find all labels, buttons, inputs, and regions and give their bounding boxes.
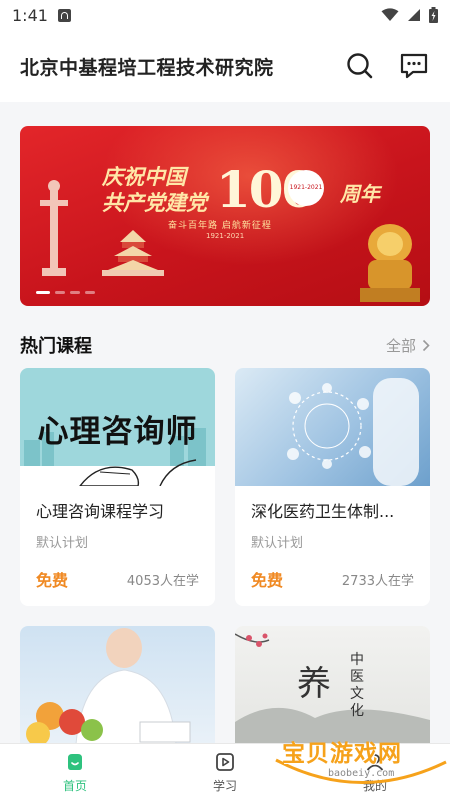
chevron-right-icon <box>422 339 430 351</box>
search-button[interactable] <box>344 50 376 82</box>
nav-label: 学习 <box>212 778 237 793</box>
course-thumbnail <box>20 626 215 744</box>
golden-lion-icon <box>360 224 420 302</box>
learner-count: 4053人在学 <box>126 573 199 589</box>
banner-pagination <box>36 291 95 294</box>
watermark-url: baobeiy.com <box>328 768 395 779</box>
promo-banner[interactable]: 庆祝中国 共产党建党 100 1921-2021 周年 奋斗百年路 启航新征程 … <box>20 126 430 306</box>
watermark: 宝贝游戏网 baobeiy.com <box>270 736 450 800</box>
home-icon <box>68 753 82 770</box>
course-thumbnail: 心理咨询师 <box>20 368 215 486</box>
status-bar: 1:41 <box>0 0 450 30</box>
nav-home[interactable]: 首页 <box>0 744 150 800</box>
banner-dot[interactable] <box>85 291 95 294</box>
watermark-text: 宝贝游戏网 <box>282 741 402 767</box>
search-icon <box>347 53 373 79</box>
banner-suffix: 周年 <box>340 182 380 206</box>
course-plan: 默认计划 <box>251 536 304 551</box>
course-thumbnail <box>235 368 430 486</box>
thumbnail-vertical-text: 中医文化 <box>350 652 364 719</box>
signal-icon <box>408 9 420 21</box>
view-all-link[interactable]: 全部 <box>386 335 430 356</box>
course-price: 免费 <box>36 571 69 590</box>
course-plan: 默认计划 <box>36 536 89 551</box>
banner-slogan: 奋斗百年路 启航新征程 <box>168 221 272 231</box>
banner-dot[interactable] <box>70 291 80 294</box>
thumbnail-big-char: 养 <box>297 664 331 704</box>
banner-years: 1921-2021 <box>206 232 245 240</box>
view-all-label: 全部 <box>385 336 416 355</box>
battery-icon <box>429 7 438 23</box>
banner-headline-line1: 庆祝中国 <box>102 164 186 189</box>
banner-dot[interactable] <box>36 291 50 294</box>
nav-label: 首页 <box>62 778 87 793</box>
course-title: 深化医药卫生体制... <box>251 502 395 521</box>
message-button[interactable] <box>398 50 430 82</box>
play-square-icon <box>216 752 234 771</box>
nutritionist-illustration <box>26 628 191 744</box>
learner-count: 2733人在学 <box>341 573 414 589</box>
course-price: 免费 <box>251 571 284 590</box>
message-icon <box>400 53 428 79</box>
thumbnail-text: 心理咨询师 <box>37 414 198 450</box>
status-time: 1:41 <box>12 5 48 25</box>
status-icons <box>381 7 438 23</box>
notification-app-icon <box>57 8 71 22</box>
section-title: 热门课程 <box>20 336 92 357</box>
course-card[interactable]: 深化医药卫生体制... 默认计划 免费 2733人在学 <box>235 368 430 606</box>
banner-headline-line2: 共产党建党 <box>102 190 207 215</box>
medical-tech-illustration <box>287 378 419 486</box>
course-thumbnail: 养 中医文化 <box>235 626 430 744</box>
header-actions <box>344 50 430 82</box>
temple-of-heaven-icon <box>102 230 164 276</box>
hot-courses-header: 热门课程 全部 <box>20 328 430 362</box>
course-card[interactable]: 心理咨询师 心理咨询课程学习 默认计划 免费 4053人在学 <box>20 368 215 606</box>
wifi-icon <box>381 8 399 21</box>
course-title: 心理咨询课程学习 <box>36 502 165 521</box>
banner-headline: 庆祝中国 共产党建党 <box>102 164 207 216</box>
app-header: 北京中基程培工程技术研究院 <box>0 30 450 102</box>
huabiao-pillar-icon <box>40 180 68 276</box>
banner-dot[interactable] <box>55 291 65 294</box>
banner-badge: 1921-2021 <box>288 170 324 206</box>
page-title: 北京中基程培工程技术研究院 <box>20 56 274 79</box>
ink-landscape-illustration <box>235 633 430 744</box>
